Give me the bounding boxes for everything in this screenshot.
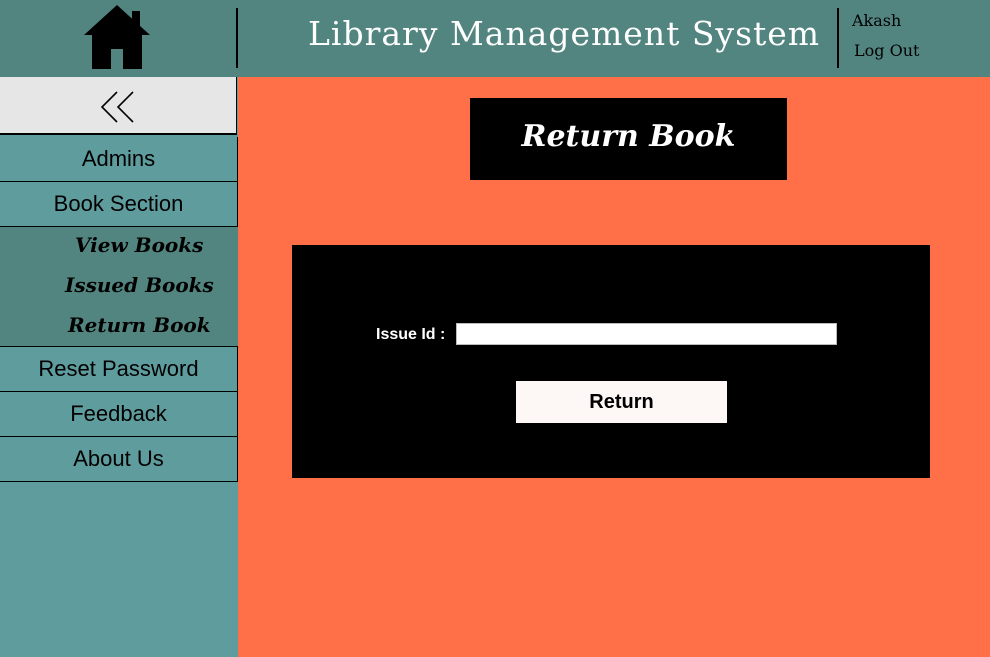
header-divider-right [837,8,839,68]
book-section-submenu: View Books Issued Books Return Book [0,227,238,347]
submenu-item-return-book[interactable]: Return Book [68,313,211,337]
submenu-item-view-books[interactable]: View Books [75,233,203,257]
sidebar: Admins Book Section View Books Issued Bo… [0,77,238,657]
sidebar-item-feedback[interactable]: Feedback [0,392,238,437]
sidebar-collapse-button[interactable] [0,77,237,135]
double-chevron-left-icon [100,91,134,123]
page-title-banner: Return Book [470,98,787,180]
header-divider-left [236,8,238,68]
issue-id-label: Issue Id : [376,326,446,343]
sidebar-item-reset-password[interactable]: Reset Password [0,347,238,392]
user-name: Akash [852,11,902,30]
home-icon[interactable] [84,5,150,69]
app-header: Library Management System Akash Log Out [0,0,990,77]
sidebar-item-admins[interactable]: Admins [0,137,238,182]
sidebar-item-about-us[interactable]: About Us [0,437,238,482]
return-book-form: Issue Id : Return [292,245,930,478]
return-button[interactable]: Return [516,381,727,423]
logout-link[interactable]: Log Out [854,41,919,60]
page-title: Return Book [521,119,736,154]
issue-id-input[interactable] [456,323,837,345]
submenu-item-issued-books[interactable]: Issued Books [65,273,214,297]
app-title: Library Management System [308,14,821,53]
sidebar-item-book-section[interactable]: Book Section [0,182,238,227]
